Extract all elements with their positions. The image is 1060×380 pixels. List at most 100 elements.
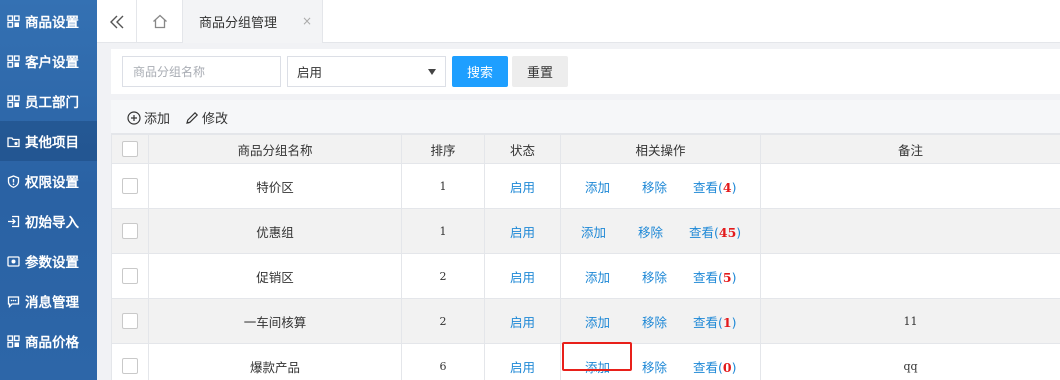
tab-product-group-management[interactable]: 商品分组管理 × (183, 0, 323, 43)
import-icon (7, 215, 20, 228)
sidebar-item-label: 商品价格 (25, 335, 79, 351)
op-add-link[interactable]: 添加 (581, 222, 606, 241)
op-view-link[interactable]: 查看(5) (693, 267, 736, 286)
edit-label: 修改 (202, 112, 229, 127)
status-link[interactable]: 启用 (510, 360, 535, 375)
op-remove-link[interactable]: 移除 (638, 222, 663, 241)
op-add-link[interactable]: 添加 (585, 312, 610, 331)
sidebar-item-parameter-settings[interactable]: 参数设置 (0, 241, 97, 281)
sidebar-item-message-management[interactable]: 消息管理 (0, 281, 97, 321)
sidebar-item-other-items[interactable]: 其他项目 (0, 121, 97, 161)
group-name-search-input[interactable] (122, 56, 281, 87)
caret-down-icon (428, 69, 436, 75)
op-view-link[interactable]: 查看(1) (693, 312, 736, 331)
double-chevron-left-icon[interactable] (97, 0, 137, 43)
cell-sort: 1 (401, 208, 485, 254)
view-count: 5 (722, 270, 732, 285)
header-remark: 备注 (760, 134, 1060, 164)
view-label-end: ) (731, 360, 737, 375)
status-link[interactable]: 启用 (510, 180, 535, 195)
product-group-table: 商品分组名称 排序 状态 相关操作 备注 特价区 1 启用 添加 移除 查看(4… (111, 134, 1060, 380)
select-all-checkbox[interactable] (122, 141, 138, 158)
view-count: 45 (718, 225, 737, 240)
sidebar-item-product-settings[interactable]: 商品设置 (0, 1, 97, 41)
view-label: 查看( (693, 180, 723, 195)
view-count: 4 (722, 180, 732, 195)
status-link[interactable]: 启用 (510, 315, 535, 330)
view-label: 查看( (693, 360, 723, 375)
tab-label: 商品分组管理 (199, 16, 278, 31)
grid-icon (7, 54, 20, 68)
cell-remark (760, 208, 1060, 254)
row-checkbox[interactable] (122, 268, 138, 285)
cell-name: 优惠组 (148, 208, 402, 254)
cell-remark (760, 163, 1060, 209)
select-all-cell (111, 134, 149, 164)
op-remove-link[interactable]: 移除 (642, 177, 667, 196)
sidebar-item-staff-department[interactable]: 员工部门 (0, 81, 97, 121)
cell-name: 爆款产品 (148, 343, 402, 380)
sidebar-item-initial-import[interactable]: 初始导入 (0, 201, 97, 241)
op-view-link[interactable]: 查看(4) (693, 177, 736, 196)
view-label: 查看( (689, 225, 719, 240)
sidebar-item-product-price[interactable]: 商品价格 (0, 321, 97, 361)
sidebar-item-label: 其他项目 (25, 135, 79, 151)
op-remove-link[interactable]: 移除 (642, 312, 667, 331)
cell-sort: 2 (401, 253, 485, 299)
folder-icon (7, 135, 20, 148)
sidebar-item-label: 员工部门 (25, 95, 79, 111)
view-label-end: ) (731, 180, 737, 195)
op-remove-link[interactable]: 移除 (642, 267, 667, 286)
table-row: 爆款产品 6 启用 添加 移除 查看(0) qq (111, 343, 1060, 380)
status-link[interactable]: 启用 (510, 270, 535, 285)
table-header-row: 商品分组名称 排序 状态 相关操作 备注 (111, 134, 1060, 164)
pencil-icon (186, 111, 199, 124)
header-sort: 排序 (401, 134, 485, 164)
cell-sort: 1 (401, 163, 485, 209)
cell-remark (760, 253, 1060, 299)
add-button[interactable]: 添加 (127, 108, 170, 127)
op-view-link[interactable]: 查看(0) (693, 357, 736, 376)
settings-icon (7, 255, 20, 268)
op-add-link[interactable]: 添加 (585, 267, 610, 286)
view-count: 1 (722, 315, 732, 330)
status-select-value: 启用 (297, 65, 323, 80)
op-add-link[interactable]: 添加 (585, 357, 610, 376)
view-label-end: ) (731, 315, 737, 330)
table-row: 优惠组 1 启用 添加 移除 查看(45) (111, 208, 1060, 254)
cell-sort: 2 (401, 298, 485, 344)
edit-button[interactable]: 修改 (185, 108, 228, 127)
row-checkbox[interactable] (122, 313, 138, 330)
op-view-link[interactable]: 查看(45) (689, 222, 741, 241)
table-row: 促销区 2 启用 添加 移除 查看(5) (111, 253, 1060, 299)
tab-bar: 商品分组管理 × (97, 0, 1060, 43)
cell-name: 促销区 (148, 253, 402, 299)
reset-button[interactable]: 重置 (512, 56, 568, 87)
search-panel: 启用 搜索 重置 (111, 49, 1060, 94)
row-checkbox[interactable] (122, 223, 138, 240)
close-icon[interactable]: × (302, 14, 312, 28)
op-remove-link[interactable]: 移除 (642, 357, 667, 376)
cell-remark: qq (760, 343, 1060, 380)
cell-sort: 6 (401, 343, 485, 380)
sidebar-item-permission-settings[interactable]: 权限设置 (0, 161, 97, 201)
home-icon[interactable] (137, 0, 183, 43)
row-checkbox[interactable] (122, 178, 138, 195)
grid-icon (7, 94, 20, 108)
status-link[interactable]: 启用 (510, 225, 535, 240)
message-icon (7, 295, 20, 308)
sidebar-item-label: 消息管理 (25, 295, 79, 311)
table-panel: 添加 修改 商品分组名称 排序 状态 相关操作 备注 特价区 1 启用 添加 移… (111, 100, 1060, 380)
table-row: 特价区 1 启用 添加 移除 查看(4) (111, 163, 1060, 209)
view-label-end: ) (731, 270, 737, 285)
status-select[interactable]: 启用 (287, 56, 446, 87)
grid-icon (7, 334, 20, 348)
row-checkbox[interactable] (122, 358, 138, 375)
view-count: 0 (722, 360, 732, 375)
search-button[interactable]: 搜索 (452, 56, 508, 87)
sidebar-item-label: 客户设置 (25, 55, 79, 71)
sidebar: 商品设置 客户设置 员工部门 其他项目 权限设置 初始导入 参数设置 消息管理 … (0, 0, 97, 380)
sidebar-item-customer-settings[interactable]: 客户设置 (0, 41, 97, 81)
op-add-link[interactable]: 添加 (585, 177, 610, 196)
grid-icon (7, 14, 20, 28)
